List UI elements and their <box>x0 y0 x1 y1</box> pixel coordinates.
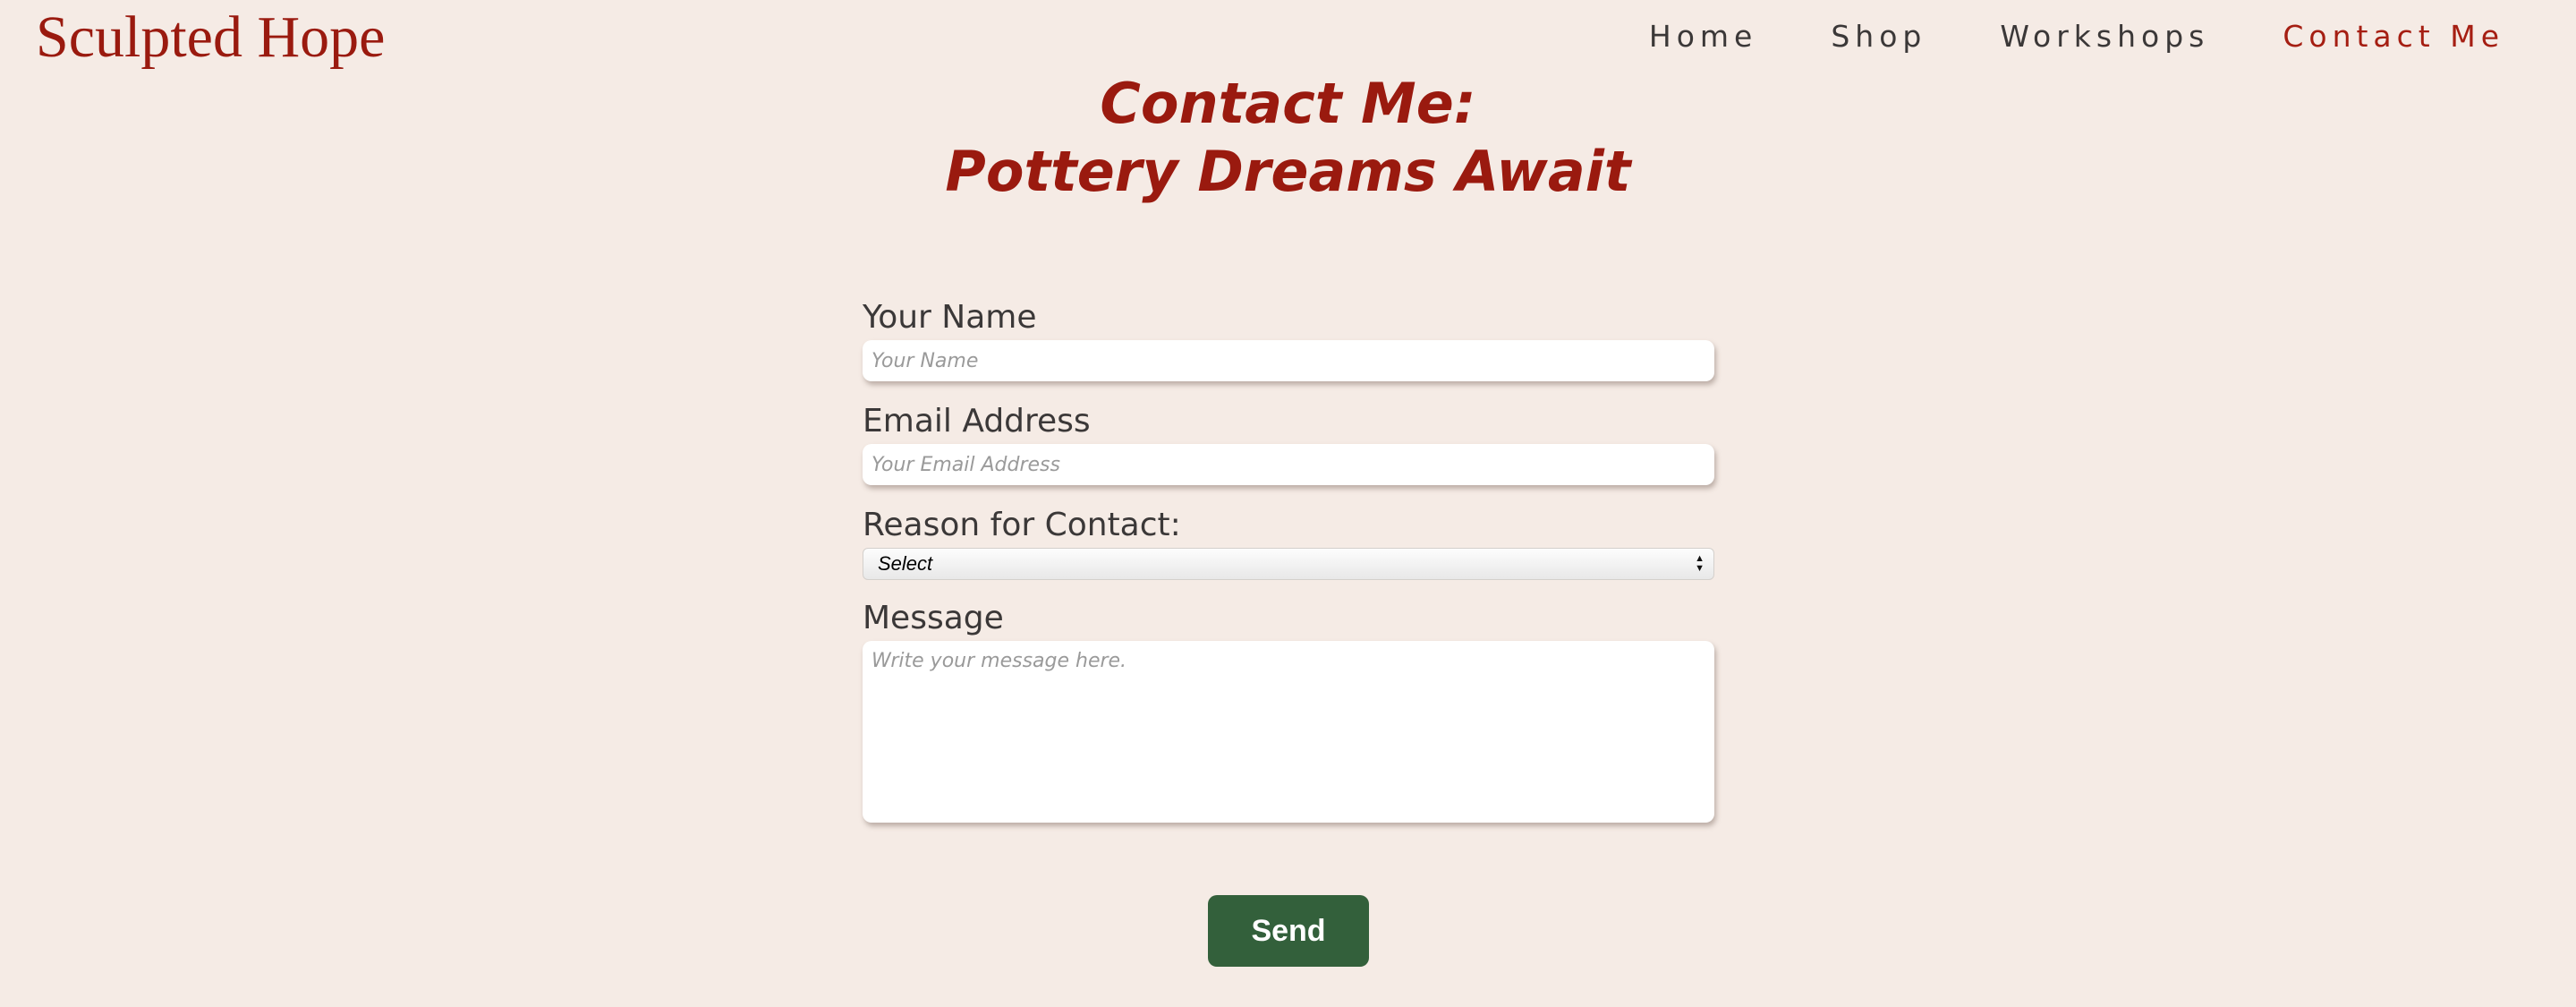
contact-form: Your Name Email Address Reason for Conta… <box>863 295 1714 823</box>
nav-contact-link[interactable]: Contact Me <box>2283 16 2504 57</box>
page-title-line-1: Contact Me: <box>1100 71 1476 136</box>
site-logo[interactable]: Sculpted Hope <box>36 2 385 73</box>
nav-workshops-link[interactable]: Workshops <box>2000 16 2209 57</box>
page-title: Contact Me: Pottery Dreams Await <box>0 70 2576 206</box>
reason-label: Reason for Contact: <box>863 507 1181 543</box>
reason-select[interactable]: Select ▲ ▼ <box>863 548 1714 580</box>
email-label: Email Address <box>863 403 1091 439</box>
send-button[interactable]: Send <box>1208 895 1369 967</box>
message-label: Message <box>863 600 1004 636</box>
contact-page: Sculpted Hope Home Shop Workshops Contac… <box>0 0 2576 1007</box>
select-arrows-icon: ▲ ▼ <box>1695 553 1705 574</box>
email-input[interactable] <box>863 444 1714 485</box>
nav-home-link[interactable]: Home <box>1649 16 1757 57</box>
main-nav: Home Shop Workshops Contact Me <box>1576 16 2504 57</box>
page-title-line-2: Pottery Dreams Await <box>945 139 1631 204</box>
nav-shop-link[interactable]: Shop <box>1831 16 1926 57</box>
name-label: Your Name <box>863 299 1037 336</box>
reason-select-value: Select <box>878 552 933 575</box>
name-input[interactable] <box>863 340 1714 381</box>
message-textarea[interactable] <box>863 641 1714 823</box>
